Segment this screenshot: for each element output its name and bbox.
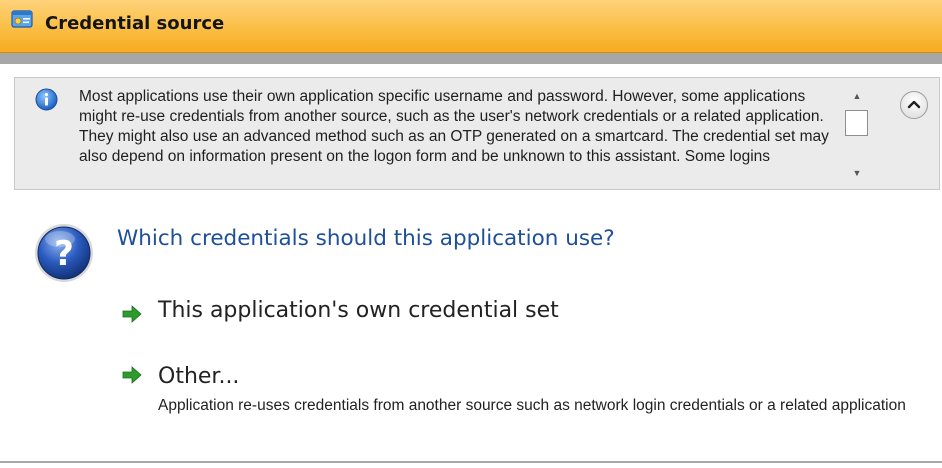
dialog-title: Credential source: [45, 13, 225, 34]
other-option[interactable]: Other... Application re-uses credentials…: [122, 360, 912, 440]
other-description: Application re-uses credentials from ano…: [158, 397, 906, 414]
scroll-down-arrow-icon[interactable]: ▼: [842, 165, 872, 181]
title-separator: [0, 53, 942, 64]
info-icon: [35, 88, 58, 111]
title-bar: Credential source: [0, 0, 942, 53]
bottom-divider: [0, 461, 942, 463]
green-arrow-icon: [122, 305, 142, 323]
own-credentials-label: This application's own credential set: [158, 298, 559, 323]
scroll-up-arrow-icon[interactable]: ▲: [842, 88, 872, 104]
scrollbar-thumb[interactable]: [845, 110, 868, 136]
question-heading: Which credentials should this applicatio…: [117, 226, 615, 251]
other-label: Other...: [158, 364, 240, 389]
question-icon: ?: [35, 224, 93, 282]
info-panel: Most applications use their own applicat…: [14, 77, 940, 190]
credential-card-icon: [11, 10, 33, 28]
info-scrollbar[interactable]: ▲ ▼: [842, 88, 872, 183]
svg-text:?: ?: [54, 234, 74, 274]
info-text: Most applications use their own applicat…: [79, 88, 829, 165]
green-arrow-icon: [122, 366, 142, 384]
collapse-button[interactable]: [900, 91, 928, 119]
info-text-area: Most applications use their own applicat…: [79, 87, 839, 187]
chevron-up-icon: [907, 100, 921, 109]
own-credentials-option[interactable]: This application's own credential set: [122, 294, 592, 330]
